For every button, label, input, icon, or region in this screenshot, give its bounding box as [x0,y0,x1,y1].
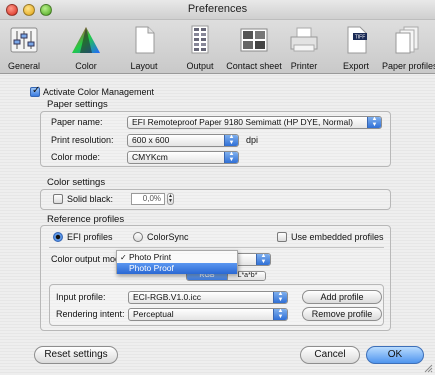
print-resolution-value: 600 x 600 [132,135,170,145]
solid-black-stepper[interactable]: ▲ ▼ [167,193,174,205]
page-icon [135,26,155,54]
add-profile-button[interactable]: Add profile [302,290,382,304]
export-badge-text: TIFF [355,35,366,41]
color-mode-value: CMYKcm [132,152,168,162]
rendering-intent-value: Perceptual [133,309,174,319]
rendering-intent-label: Rendering intent: [56,309,125,319]
contact-sheet-icon [240,28,268,52]
print-resolution-label: Print resolution: [51,135,114,145]
title-bar[interactable]: Preferences [0,0,435,20]
window-title: Preferences [187,3,248,15]
use-embedded-profiles-label: Use embedded profiles [291,232,384,242]
toolbar-label-output: Output [186,61,214,71]
input-profile-value: ECI-RGB.V1.0.icc [133,292,202,302]
menu-item-photo-proof[interactable]: Photo Proof [117,263,237,274]
resolution-unit-label: dpi [246,135,259,145]
toolbar-label-export: Export [342,61,369,71]
paper-name-label: Paper name: [51,117,103,127]
toolbar-item-layout[interactable]: Layout [124,23,164,73]
popup-arrows-icon: ▲ ▼ [224,135,238,146]
solid-black-input[interactable]: 0,0% [131,193,165,205]
print-resolution-popup[interactable]: 600 x 600 ▲ ▼ [127,134,239,147]
colorsync-radio[interactable] [133,232,143,242]
toolbar-label-printer: Printer [290,61,318,71]
remove-profile-button[interactable]: Remove profile [302,307,382,321]
input-profile-popup[interactable]: ECI-RGB.V1.0.icc ▲ ▼ [128,291,288,304]
efi-profiles-label: EFI profiles [67,232,113,242]
popup-arrows-icon: ▲ ▼ [367,117,381,128]
color-triangle-icon [72,27,100,53]
toolbar-item-contact-sheet[interactable]: Contact sheet [223,23,285,73]
toolbar-label-paper-profiles: Paper profiles [382,61,435,71]
popup-arrows-icon: ▲ ▼ [224,152,238,163]
toolbar-item-output[interactable]: Output [180,23,220,73]
menu-item-photo-print-label: Photo Print [129,252,172,262]
sliders-icon [10,27,38,53]
use-embedded-profiles-checkbox[interactable] [277,232,287,242]
toolbar-item-general[interactable]: General [2,23,46,73]
popup-arrows-icon: ▲ ▼ [273,309,287,320]
ok-button[interactable]: OK [366,346,424,364]
reference-profiles-title: Reference profiles [47,214,125,225]
color-mode-popup[interactable]: CMYKcm ▲ ▼ [127,151,239,164]
popup-arrows-icon: ▲ ▼ [256,254,270,265]
reference-profiles-group: EFI profiles ColorSync Use embedded prof… [40,225,391,331]
paper-name-value: EFI Remoteproof Paper 9180 Semimatt (HP … [132,117,353,127]
cancel-button[interactable]: Cancel [300,346,360,364]
toolbar-label-color: Color [75,61,97,71]
solid-black-label: Solid black: [67,194,114,204]
page-grid-icon [191,25,209,54]
efi-profiles-radio[interactable] [53,232,63,242]
color-output-mode-menu: ✓ Photo Print Photo Proof [116,250,238,274]
activate-color-management-checkbox[interactable] [30,85,40,97]
paper-settings-title: Paper settings [47,99,108,110]
toolbar-item-export[interactable]: TIFF Export [336,23,376,73]
toolbar-label-general: General [7,61,41,71]
input-profile-label: Input profile: [56,292,106,302]
reset-settings-button[interactable]: Reset settings [34,346,118,364]
color-settings-title: Color settings [47,177,106,188]
popup-arrows-icon: ▲ ▼ [273,292,287,303]
paper-profiles-icon [395,26,419,54]
paper-settings-group: Paper name: EFI Remoteproof Paper 9180 S… [40,111,391,167]
profile-settings-subgroup: Input profile: ECI-RGB.V1.0.icc ▲ ▼ Add p… [49,284,384,326]
menu-item-photo-print[interactable]: ✓ Photo Print [117,252,237,263]
paper-name-popup[interactable]: EFI Remoteproof Paper 9180 Semimatt (HP … [127,116,382,129]
resize-grip-icon[interactable] [423,363,433,373]
solid-black-checkbox[interactable] [53,194,63,204]
section-divider [49,247,384,248]
toolbar-label-contact-sheet: Contact sheet [226,61,282,71]
preferences-window: Preferences General Color Layout Output … [0,0,435,375]
toolbar-item-paper-profiles[interactable]: Paper profiles [382,23,435,73]
activate-color-management-label: Activate Color Management [43,87,155,97]
colorsync-label: ColorSync [147,232,189,242]
toolbar-label-layout: Layout [130,61,158,71]
color-mode-label: Color mode: [51,152,101,162]
printer-icon [290,27,318,52]
export-tiff-icon: TIFF [347,26,367,54]
toolbar-item-color[interactable]: Color [66,23,106,73]
preferences-toolbar: General Color Layout Output Contact shee… [0,20,435,74]
color-settings-group: Solid black: 0,0% ▲ ▼ [40,189,391,210]
toolbar-item-printer[interactable]: Printer [284,23,324,73]
checkmark-icon: ✓ [120,253,127,262]
rendering-intent-popup[interactable]: Perceptual ▲ ▼ [128,308,288,321]
menu-item-photo-proof-label: Photo Proof [129,263,174,273]
